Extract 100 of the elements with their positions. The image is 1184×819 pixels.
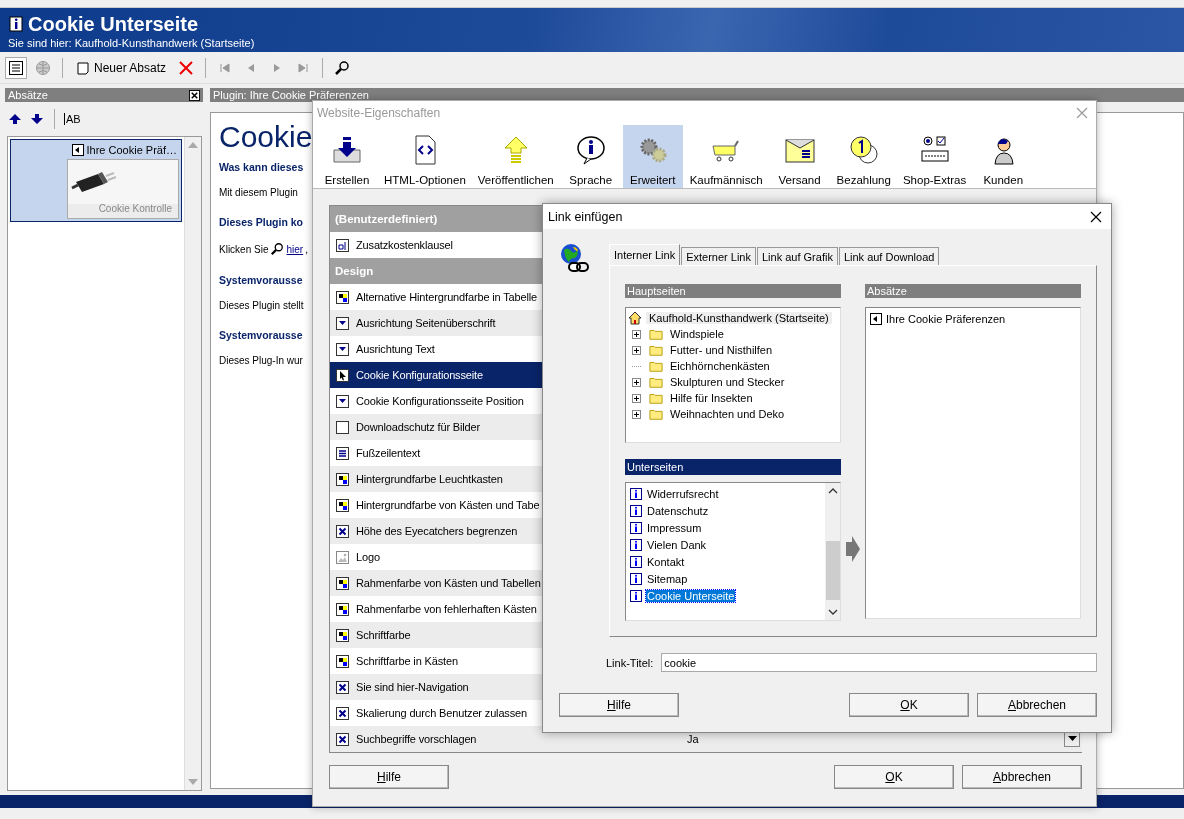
plugin-heading: Cookie	[219, 119, 313, 155]
property-name: Ausrichtung Seitenüberschrift	[356, 317, 496, 329]
ok-button[interactable]: OK	[849, 693, 969, 717]
home-icon	[628, 311, 642, 325]
property-name: Fußzeilentext	[356, 447, 421, 459]
property-name: Schriftfarbe	[356, 629, 411, 641]
section-heading: Dieses Plugin ko	[219, 216, 304, 228]
checkbox[interactable]	[336, 420, 349, 434]
expand-icon[interactable]	[632, 345, 641, 355]
dropdown-icon	[336, 394, 349, 408]
section-tab[interactable]: Sprache	[560, 125, 621, 188]
checkbox[interactable]	[336, 680, 349, 694]
folder-icon	[649, 343, 663, 357]
page-title: Cookie Unterseite	[28, 12, 199, 36]
section-tab[interactable]: Bezahlung	[831, 125, 896, 188]
tree-item[interactable]: Futter- und Nisthilfen	[667, 344, 776, 356]
property-name: Cookie Konfigurationsseite	[356, 369, 483, 381]
list-item[interactable]: Ihre Cookie Präferenzen	[886, 312, 1006, 325]
new-paragraph-button[interactable]: Neuer Absatz	[72, 57, 171, 78]
paragraph-text: Dieses Plug-In wur	[219, 355, 303, 366]
property-name: Downloadschutz für Bilder	[356, 421, 481, 433]
tab[interactable]: Link auf Download	[838, 247, 940, 265]
expand-icon[interactable]	[632, 377, 641, 387]
move-down-icon[interactable]	[29, 111, 45, 127]
dialog-title: Link einfügen	[548, 209, 623, 224]
list-item[interactable]: Cookie Unterseite	[646, 589, 736, 602]
close-icon[interactable]	[1090, 210, 1102, 223]
section-tab[interactable]: Kunden	[973, 125, 1034, 188]
scroll-down-icon[interactable]	[827, 609, 838, 615]
section-tab[interactable]: Shop-Extras	[897, 125, 972, 188]
folder-icon	[649, 327, 663, 341]
globe-link-icon	[559, 243, 591, 275]
expand-icon[interactable]	[632, 393, 641, 403]
tree-item[interactable]: Windspiele	[667, 328, 727, 340]
list-item[interactable]: Widerrufsrecht	[646, 487, 720, 500]
list-item[interactable]: Vielen Dank	[646, 538, 708, 551]
cancel-button[interactable]: Abbrechen	[962, 765, 1082, 789]
pointer-icon	[336, 368, 349, 382]
right-arrow-icon	[846, 536, 860, 562]
sort-button[interactable]: AB	[64, 113, 81, 125]
color-swatch-icon	[336, 576, 349, 590]
tree-item[interactable]: Hilfe für Insekten	[667, 392, 756, 404]
ok-button[interactable]: OK	[834, 765, 954, 789]
section-tab[interactable]: Erweitert	[622, 125, 683, 188]
checkbox[interactable]	[336, 732, 349, 746]
checkbox[interactable]	[336, 524, 349, 538]
close-icon[interactable]	[189, 89, 200, 101]
scrollbar[interactable]	[825, 483, 840, 620]
card-caption: Cookie Kontrolle	[98, 203, 172, 214]
section-tab[interactable]: Kaufmännisch	[684, 125, 768, 188]
property-name: Rahmenfarbe von fehlerhaften Kästen	[356, 603, 537, 615]
info-page-icon	[630, 504, 642, 517]
plugin-icon	[71, 144, 84, 156]
property-name: Cookie Konfigurationsseite Position	[356, 395, 524, 407]
property-name: Höhe des Eyecatchers begrenzen	[356, 525, 518, 537]
help-button[interactable]: Hilfe	[559, 693, 679, 717]
move-up-icon[interactable]	[7, 111, 23, 127]
section-tab[interactable]: Versand	[769, 125, 830, 188]
tree-item[interactable]: Kaufhold-Kunsthandwerk (Startseite)	[646, 312, 832, 324]
download-tray-icon	[331, 134, 363, 166]
info-page-icon	[630, 538, 642, 551]
property-name: Suchbegriffe vorschlagen	[356, 733, 477, 745]
paragraph-card[interactable]: Ihre Cookie Präf… Cookie Kontrolle	[10, 139, 182, 222]
section-tab[interactable]: HTML-Optionen	[379, 125, 471, 188]
text-field-icon	[336, 238, 349, 252]
page-icon	[76, 60, 90, 75]
property-name: Rahmenfarbe von Kästen und Tabellen	[356, 577, 541, 589]
delete-icon[interactable]	[178, 59, 195, 76]
plugin-icon	[870, 312, 882, 325]
section-heading: Systemvorausse	[219, 329, 303, 341]
folder-icon	[649, 391, 663, 405]
help-button[interactable]: Hilfe	[329, 765, 449, 789]
list-item[interactable]: Impressum	[646, 521, 703, 534]
property-value: Ja	[687, 733, 700, 745]
tab[interactable]: Link auf Grafik	[756, 247, 838, 265]
tab[interactable]: Interner Link	[609, 244, 681, 265]
panel-title: Plugin: Ihre Cookie Präferenzen	[213, 88, 369, 102]
expand-icon[interactable]	[632, 329, 641, 339]
dropdown-icon	[336, 342, 349, 356]
scroll-up-icon[interactable]	[827, 488, 838, 494]
section-tab[interactable]: Veröffentlichen	[472, 125, 559, 188]
property-name: Hintergrundfarbe Leuchtkasten	[356, 473, 503, 485]
list-header: Unterseiten	[625, 459, 841, 475]
list-item[interactable]: Kontakt	[646, 555, 686, 568]
property-name: Logo	[356, 551, 380, 563]
expand-icon[interactable]	[632, 409, 641, 419]
tree-item[interactable]: Skulpturen und Stecker	[667, 376, 788, 388]
info-page-icon	[630, 521, 642, 534]
dialog-title: Website-Eigenschaften	[317, 106, 441, 120]
here-link[interactable]: hier	[286, 243, 304, 255]
tree-item[interactable]: Weihnachten und Deko	[667, 408, 788, 420]
link-title-field[interactable]: cookie	[661, 653, 1097, 672]
tree-item[interactable]: Eichhörnchenkästen	[667, 360, 773, 372]
checkbox[interactable]	[336, 706, 349, 720]
cancel-button[interactable]: Abbrechen	[977, 693, 1097, 717]
section-tab[interactable]: Erstellen	[317, 125, 377, 188]
tab[interactable]: Externer Link	[681, 247, 756, 265]
page-view-button[interactable]	[5, 56, 27, 79]
list-item[interactable]: Sitemap	[646, 572, 689, 585]
list-item[interactable]: Datenschutz	[646, 504, 710, 517]
